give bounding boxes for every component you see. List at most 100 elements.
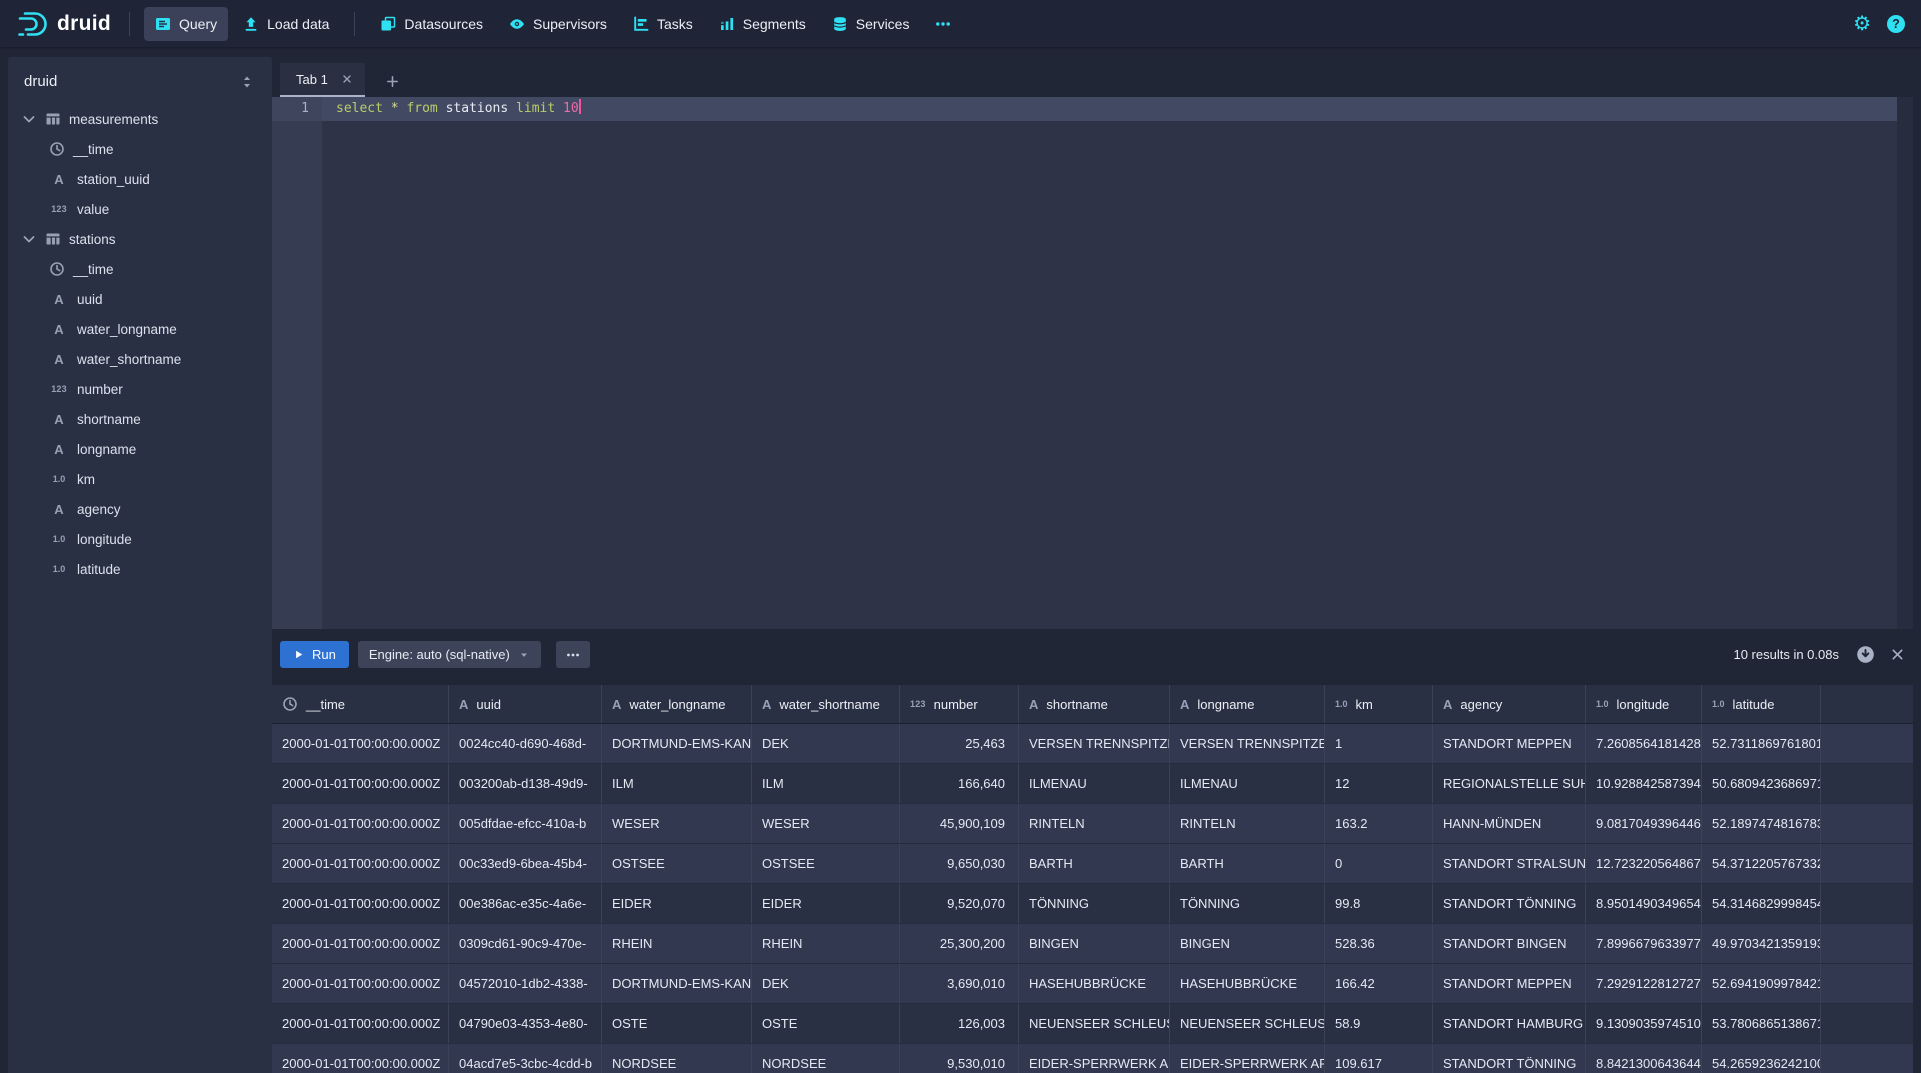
- editor-code-area[interactable]: select * from stations limit 10: [322, 97, 1897, 629]
- nav-item-query[interactable]: Query: [144, 7, 228, 41]
- cell-shortname[interactable]: RINTELN: [1019, 804, 1170, 843]
- tree-column-station_uuid[interactable]: Astation_uuid: [8, 164, 272, 194]
- column-header-latitude[interactable]: 1.0latitude: [1702, 685, 1821, 723]
- cell-latitude[interactable]: 50.6809423686971: [1702, 764, 1821, 803]
- column-header-shortname[interactable]: Ashortname: [1019, 685, 1170, 723]
- column-header-uuid[interactable]: Auuid: [449, 685, 602, 723]
- cell-longname[interactable]: EIDER-SPERRWERK AP: [1170, 1044, 1325, 1073]
- cell-shortname[interactable]: VERSEN TRENNSPITZE: [1019, 724, 1170, 763]
- cell-longitude[interactable]: 8.95014903496544: [1586, 884, 1702, 923]
- cell-longname[interactable]: ILMENAU: [1170, 764, 1325, 803]
- cell-longitude[interactable]: 8.84213006436444: [1586, 1044, 1702, 1073]
- cell-uuid[interactable]: 0024cc40-d690-468d-: [449, 724, 602, 763]
- cell-longname[interactable]: BARTH: [1170, 844, 1325, 883]
- engine-select[interactable]: Engine: auto (sql-native): [358, 641, 541, 668]
- cell-water_longname[interactable]: EIDER: [602, 884, 752, 923]
- tree-column-shortname[interactable]: Ashortname: [8, 404, 272, 434]
- cell-km[interactable]: 1: [1325, 724, 1433, 763]
- cell-km[interactable]: 99.8: [1325, 884, 1433, 923]
- cell-water_longname[interactable]: ILM: [602, 764, 752, 803]
- cell-water_shortname[interactable]: RHEIN: [752, 924, 900, 963]
- tree-column-longitude[interactable]: 1.0longitude: [8, 524, 272, 554]
- cell-shortname[interactable]: ILMENAU: [1019, 764, 1170, 803]
- cell-longname[interactable]: VERSEN TRENNSPITZE: [1170, 724, 1325, 763]
- cell-water_shortname[interactable]: DEK: [752, 964, 900, 1003]
- tree-column-agency[interactable]: Aagency: [8, 494, 272, 524]
- druid-logo[interactable]: druid: [16, 9, 111, 39]
- cell-uuid[interactable]: 00e386ac-e35c-4a6e-: [449, 884, 602, 923]
- cell-water_longname[interactable]: DORTMUND-EMS-KANAL: [602, 724, 752, 763]
- cell-__time[interactable]: 2000-01-01T00:00:00.000Z: [272, 724, 449, 763]
- gear-icon[interactable]: ⚙: [1853, 14, 1871, 34]
- column-header-water_shortname[interactable]: Awater_shortname: [752, 685, 900, 723]
- cell-__time[interactable]: 2000-01-01T00:00:00.000Z: [272, 804, 449, 843]
- cell-latitude[interactable]: 52.7311869761801: [1702, 724, 1821, 763]
- cell-number[interactable]: 45,900,109: [900, 804, 1019, 843]
- cell-agency[interactable]: STANDORT MEPPEN: [1433, 964, 1586, 1003]
- column-header-water_longname[interactable]: Awater_longname: [602, 685, 752, 723]
- cell-agency[interactable]: STANDORT TÖNNING: [1433, 884, 1586, 923]
- tree-table-measurements[interactable]: measurements: [8, 104, 272, 134]
- cell-__time[interactable]: 2000-01-01T00:00:00.000Z: [272, 884, 449, 923]
- add-tab-button[interactable]: [379, 74, 406, 97]
- nav-item-more[interactable]: [924, 7, 962, 41]
- editor-scrollbar-track[interactable]: [1897, 97, 1913, 629]
- close-results-icon[interactable]: [1890, 647, 1905, 662]
- cell-water_shortname[interactable]: DEK: [752, 724, 900, 763]
- cell-agency[interactable]: STANDORT STRALSUND: [1433, 844, 1586, 883]
- cell-longname[interactable]: NEUENSEER SCHLEUSE: [1170, 1004, 1325, 1043]
- cell-longitude[interactable]: 7.26085641814283: [1586, 724, 1702, 763]
- cell-number[interactable]: 3,690,010: [900, 964, 1019, 1003]
- tree-column-water_shortname[interactable]: Awater_shortname: [8, 344, 272, 374]
- cell-longitude[interactable]: 7.89966796339773: [1586, 924, 1702, 963]
- cell-km[interactable]: 12: [1325, 764, 1433, 803]
- cell-longname[interactable]: BINGEN: [1170, 924, 1325, 963]
- cell-number[interactable]: 166,640: [900, 764, 1019, 803]
- cell-agency[interactable]: HANN-MÜNDEN: [1433, 804, 1586, 843]
- column-header-km[interactable]: 1.0km: [1325, 685, 1433, 723]
- cell-shortname[interactable]: HASEHUBBRÜCKE: [1019, 964, 1170, 1003]
- cell-water_longname[interactable]: OSTSEE: [602, 844, 752, 883]
- cell-longname[interactable]: HASEHUBBRÜCKE: [1170, 964, 1325, 1003]
- cell-shortname[interactable]: EIDER-SPERRWERK AP: [1019, 1044, 1170, 1073]
- cell-latitude[interactable]: 52.6941909978421: [1702, 964, 1821, 1003]
- tree-column-uuid[interactable]: Auuid: [8, 284, 272, 314]
- nav-item-load-data[interactable]: Load data: [232, 7, 340, 41]
- cell-water_shortname[interactable]: OSTSEE: [752, 844, 900, 883]
- cell-km[interactable]: 109.617: [1325, 1044, 1433, 1073]
- nav-item-supervisors[interactable]: Supervisors: [498, 7, 618, 41]
- cell-__time[interactable]: 2000-01-01T00:00:00.000Z: [272, 764, 449, 803]
- cell-agency[interactable]: STANDORT BINGEN: [1433, 924, 1586, 963]
- nav-item-services[interactable]: Services: [821, 7, 921, 41]
- cell-__time[interactable]: 2000-01-01T00:00:00.000Z: [272, 964, 449, 1003]
- cell-latitude[interactable]: 54.3712205767332: [1702, 844, 1821, 883]
- cell-longitude[interactable]: 10.9288425873943: [1586, 764, 1702, 803]
- cell-longname[interactable]: RINTELN: [1170, 804, 1325, 843]
- tree-column-water_longname[interactable]: Awater_longname: [8, 314, 272, 344]
- cell-__time[interactable]: 2000-01-01T00:00:00.000Z: [272, 1004, 449, 1043]
- cell-__time[interactable]: 2000-01-01T00:00:00.000Z: [272, 1044, 449, 1073]
- cell-number[interactable]: 9,650,030: [900, 844, 1019, 883]
- cell-shortname[interactable]: NEUENSEER SCHLEUSE: [1019, 1004, 1170, 1043]
- cell-uuid[interactable]: 00c33ed9-6bea-45b4-: [449, 844, 602, 883]
- help-icon[interactable]: ?: [1887, 15, 1905, 33]
- query-more-button[interactable]: [556, 641, 590, 668]
- cell-__time[interactable]: 2000-01-01T00:00:00.000Z: [272, 924, 449, 963]
- column-header-longitude[interactable]: 1.0longitude: [1586, 685, 1702, 723]
- cell-longitude[interactable]: 9.13090359745100: [1586, 1004, 1702, 1043]
- cell-uuid[interactable]: 0309cd61-90c9-470e-: [449, 924, 602, 963]
- cell-shortname[interactable]: BARTH: [1019, 844, 1170, 883]
- cell-water_shortname[interactable]: OSTE: [752, 1004, 900, 1043]
- tree-column-number[interactable]: 123number: [8, 374, 272, 404]
- cell-latitude[interactable]: 54.2659236242100: [1702, 1044, 1821, 1073]
- cell-km[interactable]: 163.2: [1325, 804, 1433, 843]
- column-header-__time[interactable]: __time: [272, 685, 449, 723]
- tab-1[interactable]: Tab 1: [280, 63, 365, 97]
- cell-km[interactable]: 58.9: [1325, 1004, 1433, 1043]
- cell-latitude[interactable]: 52.1897474816783: [1702, 804, 1821, 843]
- cell-water_longname[interactable]: NORDSEE: [602, 1044, 752, 1073]
- cell-water_longname[interactable]: DORTMUND-EMS-KANAL: [602, 964, 752, 1003]
- tree-column-longname[interactable]: Alongname: [8, 434, 272, 464]
- cell-uuid[interactable]: 005dfdae-efcc-410a-b: [449, 804, 602, 843]
- double-caret-vertical-icon[interactable]: [239, 74, 255, 90]
